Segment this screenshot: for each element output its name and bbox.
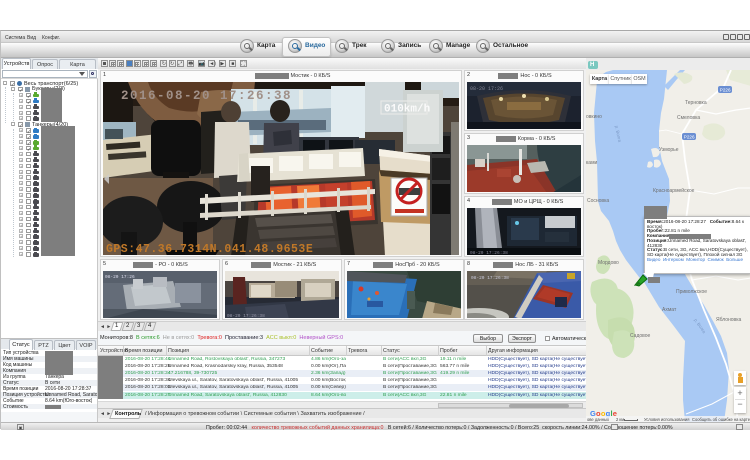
svg-text:08-20 17:26:38: 08-20 17:26:38 <box>471 275 509 281</box>
svg-text:Сосновка: Сосновка <box>587 198 609 204</box>
svg-text:ками: ками <box>586 160 598 166</box>
svg-text:Мордово: Мордово <box>598 260 619 266</box>
svg-text:Смеловка: Смеловка <box>677 115 700 121</box>
svg-text:GPS:47.36.7314N.041.48.9653E: GPS:47.36.7314N.041.48.9653E <box>106 243 313 255</box>
svg-text:P226: P226 <box>720 88 731 93</box>
svg-text:Приволжское: Приволжское <box>676 289 707 295</box>
svg-text:Узморье: Узморье <box>659 147 679 153</box>
svg-text:Красноармейское: Красноармейское <box>653 187 695 194</box>
svg-text:P226: P226 <box>684 135 695 140</box>
svg-text:2016-08-20 17:26:38: 2016-08-20 17:26:38 <box>121 89 292 103</box>
svg-text:08-20 17:26:38: 08-20 17:26:38 <box>227 313 265 318</box>
svg-text:Ахмат: Ахмат <box>662 307 677 313</box>
svg-text:08-20 17:26: 08-20 17:26 <box>105 274 135 280</box>
svg-text:Терновка: Терновка <box>685 100 707 106</box>
svg-text:Яблоновка: Яблоновка <box>716 317 742 323</box>
svg-text:Садовое: Садовое <box>630 333 651 339</box>
svg-text:овкино: овкино <box>586 114 602 120</box>
svg-text:08-20 17:26: 08-20 17:26 <box>470 86 503 92</box>
svg-text:010km/h: 010km/h <box>384 103 430 115</box>
svg-text:08-20 17:26:38: 08-20 17:26:38 <box>470 250 508 255</box>
